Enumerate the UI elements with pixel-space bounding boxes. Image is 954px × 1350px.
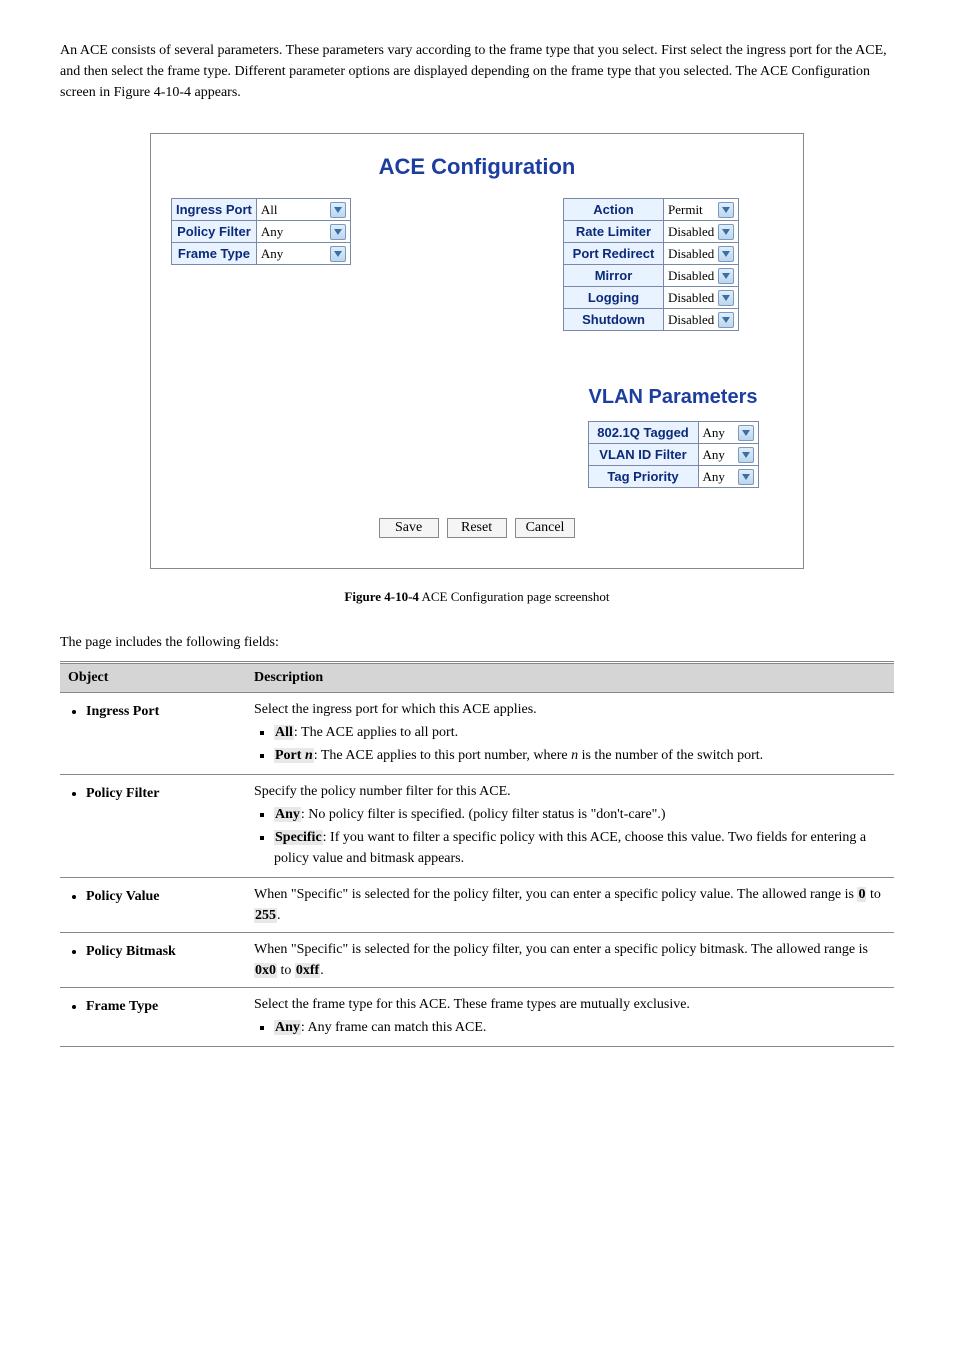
- config-label: Rate Limiter: [564, 221, 664, 243]
- reset-button[interactable]: Reset: [447, 518, 507, 538]
- config-label: Ingress Port: [172, 199, 257, 221]
- chevron-down-icon[interactable]: [738, 469, 754, 485]
- chevron-down-icon[interactable]: [330, 202, 346, 218]
- config-select[interactable]: Disabled: [664, 287, 739, 309]
- desc-object-cell: Policy Bitmask: [60, 933, 246, 988]
- config-select[interactable]: Permit: [664, 199, 739, 221]
- panel-title: ACE Configuration: [161, 154, 793, 180]
- save-button[interactable]: Save: [379, 518, 439, 538]
- figure-caption: Figure 4-10-4 ACE Configuration page scr…: [60, 589, 894, 605]
- chevron-down-icon[interactable]: [738, 447, 754, 463]
- desc-object-cell: Ingress Port: [60, 693, 246, 775]
- vlan-config-table: 802.1Q TaggedAnyVLAN ID FilterAnyTag Pri…: [588, 421, 759, 488]
- config-select[interactable]: Disabled: [664, 221, 739, 243]
- desc-object-cell: Policy Value: [60, 878, 246, 933]
- desc-desc-cell: Select the ingress port for which this A…: [246, 693, 894, 775]
- config-label: Logging: [564, 287, 664, 309]
- config-label: Action: [564, 199, 664, 221]
- chevron-down-icon[interactable]: [718, 268, 734, 284]
- config-select[interactable]: Any: [256, 243, 350, 265]
- chevron-down-icon[interactable]: [718, 224, 734, 240]
- chevron-down-icon[interactable]: [330, 246, 346, 262]
- config-label: Port Redirect: [564, 243, 664, 265]
- right-config-table: ActionPermitRate LimiterDisabledPort Red…: [563, 198, 739, 331]
- description-table: Object Description Ingress PortSelect th…: [60, 661, 894, 1047]
- config-label: Mirror: [564, 265, 664, 287]
- desc-object-cell: Frame Type: [60, 988, 246, 1047]
- config-label: Tag Priority: [588, 466, 698, 488]
- config-label: 802.1Q Tagged: [588, 422, 698, 444]
- config-select[interactable]: Disabled: [664, 243, 739, 265]
- desc-desc-cell: When "Specific" is selected for the poli…: [246, 933, 894, 988]
- desc-lead: The page includes the following fields:: [60, 635, 894, 651]
- chevron-down-icon[interactable]: [718, 246, 734, 262]
- th-description: Description: [246, 663, 894, 693]
- config-select[interactable]: All: [256, 199, 350, 221]
- config-select[interactable]: Any: [256, 221, 350, 243]
- chevron-down-icon[interactable]: [718, 202, 734, 218]
- chevron-down-icon[interactable]: [718, 290, 734, 306]
- cancel-button[interactable]: Cancel: [515, 518, 576, 538]
- desc-desc-cell: Specify the policy number filter for thi…: [246, 775, 894, 878]
- config-label: Policy Filter: [172, 221, 257, 243]
- config-label: VLAN ID Filter: [588, 444, 698, 466]
- config-label: Shutdown: [564, 309, 664, 331]
- chevron-down-icon[interactable]: [738, 425, 754, 441]
- desc-object-cell: Policy Filter: [60, 775, 246, 878]
- config-label: Frame Type: [172, 243, 257, 265]
- intro-paragraph: An ACE consists of several parameters. T…: [60, 40, 894, 103]
- desc-desc-cell: Select the frame type for this ACE. Thes…: [246, 988, 894, 1047]
- chevron-down-icon[interactable]: [330, 224, 346, 240]
- config-select[interactable]: Any: [698, 444, 758, 466]
- desc-desc-cell: When "Specific" is selected for the poli…: [246, 878, 894, 933]
- config-select[interactable]: Any: [698, 422, 758, 444]
- th-object: Object: [60, 663, 246, 693]
- config-select[interactable]: Disabled: [664, 265, 739, 287]
- vlan-parameters-title: VLAN Parameters: [589, 386, 758, 409]
- chevron-down-icon[interactable]: [718, 312, 734, 328]
- left-config-table: Ingress PortAllPolicy FilterAnyFrame Typ…: [171, 198, 351, 265]
- config-select[interactable]: Any: [698, 466, 758, 488]
- config-select[interactable]: Disabled: [664, 309, 739, 331]
- ace-config-panel: ACE Configuration Ingress PortAllPolicy …: [150, 133, 804, 569]
